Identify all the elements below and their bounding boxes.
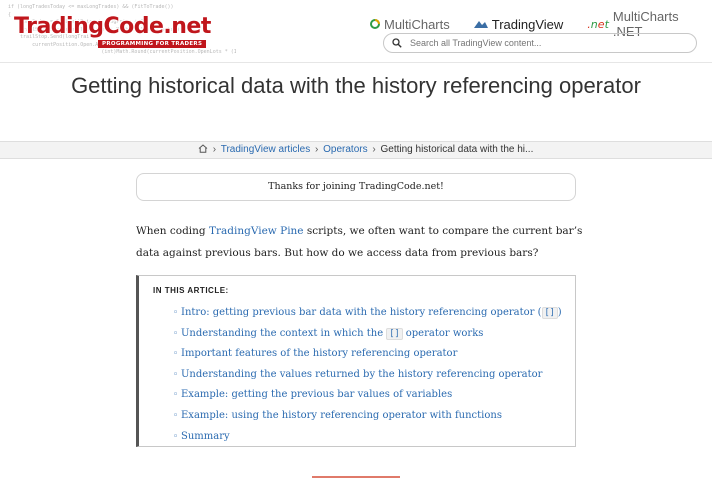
toc-item-summary[interactable]: ◦ Summary (173, 427, 562, 448)
toc-heading: IN THIS ARTICLE: (153, 286, 229, 295)
toc-code-operator: [] (386, 327, 403, 340)
toc-item-example-functions[interactable]: ◦ Example: using the history referencing … (173, 406, 562, 427)
toc-code-operator: [] (541, 307, 558, 319)
toc-item-example-variables[interactable]: ◦ Example: getting the previous bar value… (173, 385, 562, 406)
toc-item-values[interactable]: ◦ Understanding the values returned by th… (173, 365, 562, 386)
intro-paragraph: When coding TradingView Pine scripts, we… (136, 220, 586, 264)
thanks-notice: Thanks for joining TradingCode.net! (136, 173, 576, 201)
nav-multicharts-label: MultiCharts (384, 16, 450, 32)
dotnet-icon: .net (587, 17, 609, 31)
breadcrumb-bar: › TradingView articles › Operators › Get… (0, 141, 712, 159)
home-icon[interactable] (198, 144, 208, 158)
breadcrumb-operators[interactable]: Operators (323, 144, 367, 155)
site-logo[interactable]: if (longTradesToday <= maxLongTrades) &&… (8, 4, 236, 58)
tradingview-pine-link[interactable]: TradingView Pine (209, 225, 304, 237)
nav-tradingview-label: TradingView (491, 16, 564, 32)
logo-wordmark: TradingCode.net (14, 14, 211, 39)
breadcrumb-current: Getting historical data with the hi... (380, 144, 534, 155)
breadcrumb-tradingview-articles[interactable]: TradingView articles (221, 144, 310, 155)
tradingview-icon (473, 17, 488, 32)
logo-tagline: PROGRAMMING FOR TRADERS (98, 40, 207, 48)
search-input[interactable] (408, 37, 672, 49)
multicharts-icon (370, 17, 380, 32)
toc-list: ◦ Intro: getting previous bar data with t… (173, 303, 562, 447)
search-icon (392, 38, 402, 48)
toc-item-context[interactable]: ◦ Understanding the context in which the … (173, 324, 562, 345)
intro-text-start: When coding (136, 225, 209, 237)
search-box[interactable] (383, 33, 697, 53)
toc-item-features[interactable]: ◦ Important features of the history refer… (173, 344, 562, 365)
table-of-contents: IN THIS ARTICLE: ◦ Intro: getting previou… (136, 275, 576, 447)
site-header: if (longTradesToday <= maxLongTrades) &&… (0, 0, 712, 63)
page-title: Getting historical data with the history… (71, 73, 641, 98)
section-divider (312, 476, 400, 478)
breadcrumb: › TradingView articles › Operators › Get… (198, 143, 533, 158)
toc-item-intro[interactable]: ◦ Intro: getting previous bar data with t… (173, 303, 562, 324)
